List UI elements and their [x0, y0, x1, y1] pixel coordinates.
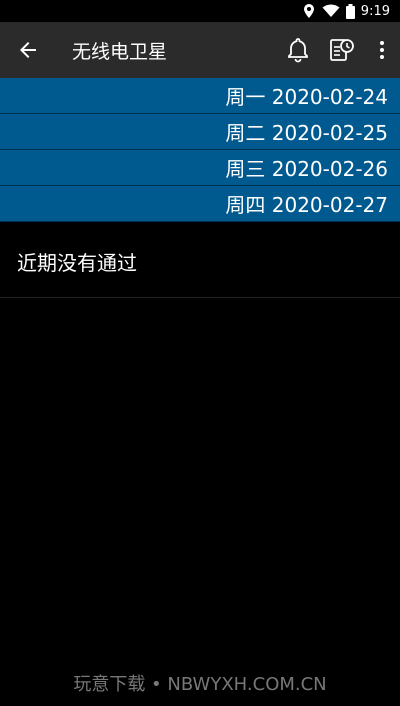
- date-row[interactable]: 周一 2020-02-24: [0, 78, 400, 114]
- status-time: 9:19: [360, 3, 390, 19]
- more-options-button[interactable]: [364, 22, 400, 78]
- schedule-icon: [330, 39, 354, 61]
- notification-button[interactable]: [276, 22, 320, 78]
- page-title: 无线电卫星: [72, 40, 168, 63]
- schedule-button[interactable]: [320, 22, 364, 78]
- no-passes-message: 近期没有通过: [0, 226, 400, 298]
- back-button[interactable]: [0, 22, 56, 78]
- wifi-icon: [322, 4, 340, 18]
- location-icon: [302, 3, 316, 19]
- battery-icon: [345, 3, 355, 19]
- back-arrow-icon: [20, 42, 36, 58]
- date-list: 周一 2020-02-24 周二 2020-02-25 周三 2020-02-2…: [0, 78, 400, 222]
- more-vert-icon: [380, 41, 384, 59]
- date-row[interactable]: 周二 2020-02-25: [0, 114, 400, 150]
- date-row[interactable]: 周四 2020-02-27: [0, 186, 400, 222]
- bell-icon: [288, 38, 308, 63]
- watermark: 玩意下载 • NBWYXH.COM.CN: [73, 674, 327, 695]
- app-bar: 无线电卫星: [0, 22, 400, 78]
- status-bar: 9:19: [0, 0, 400, 22]
- date-row[interactable]: 周三 2020-02-26: [0, 150, 400, 186]
